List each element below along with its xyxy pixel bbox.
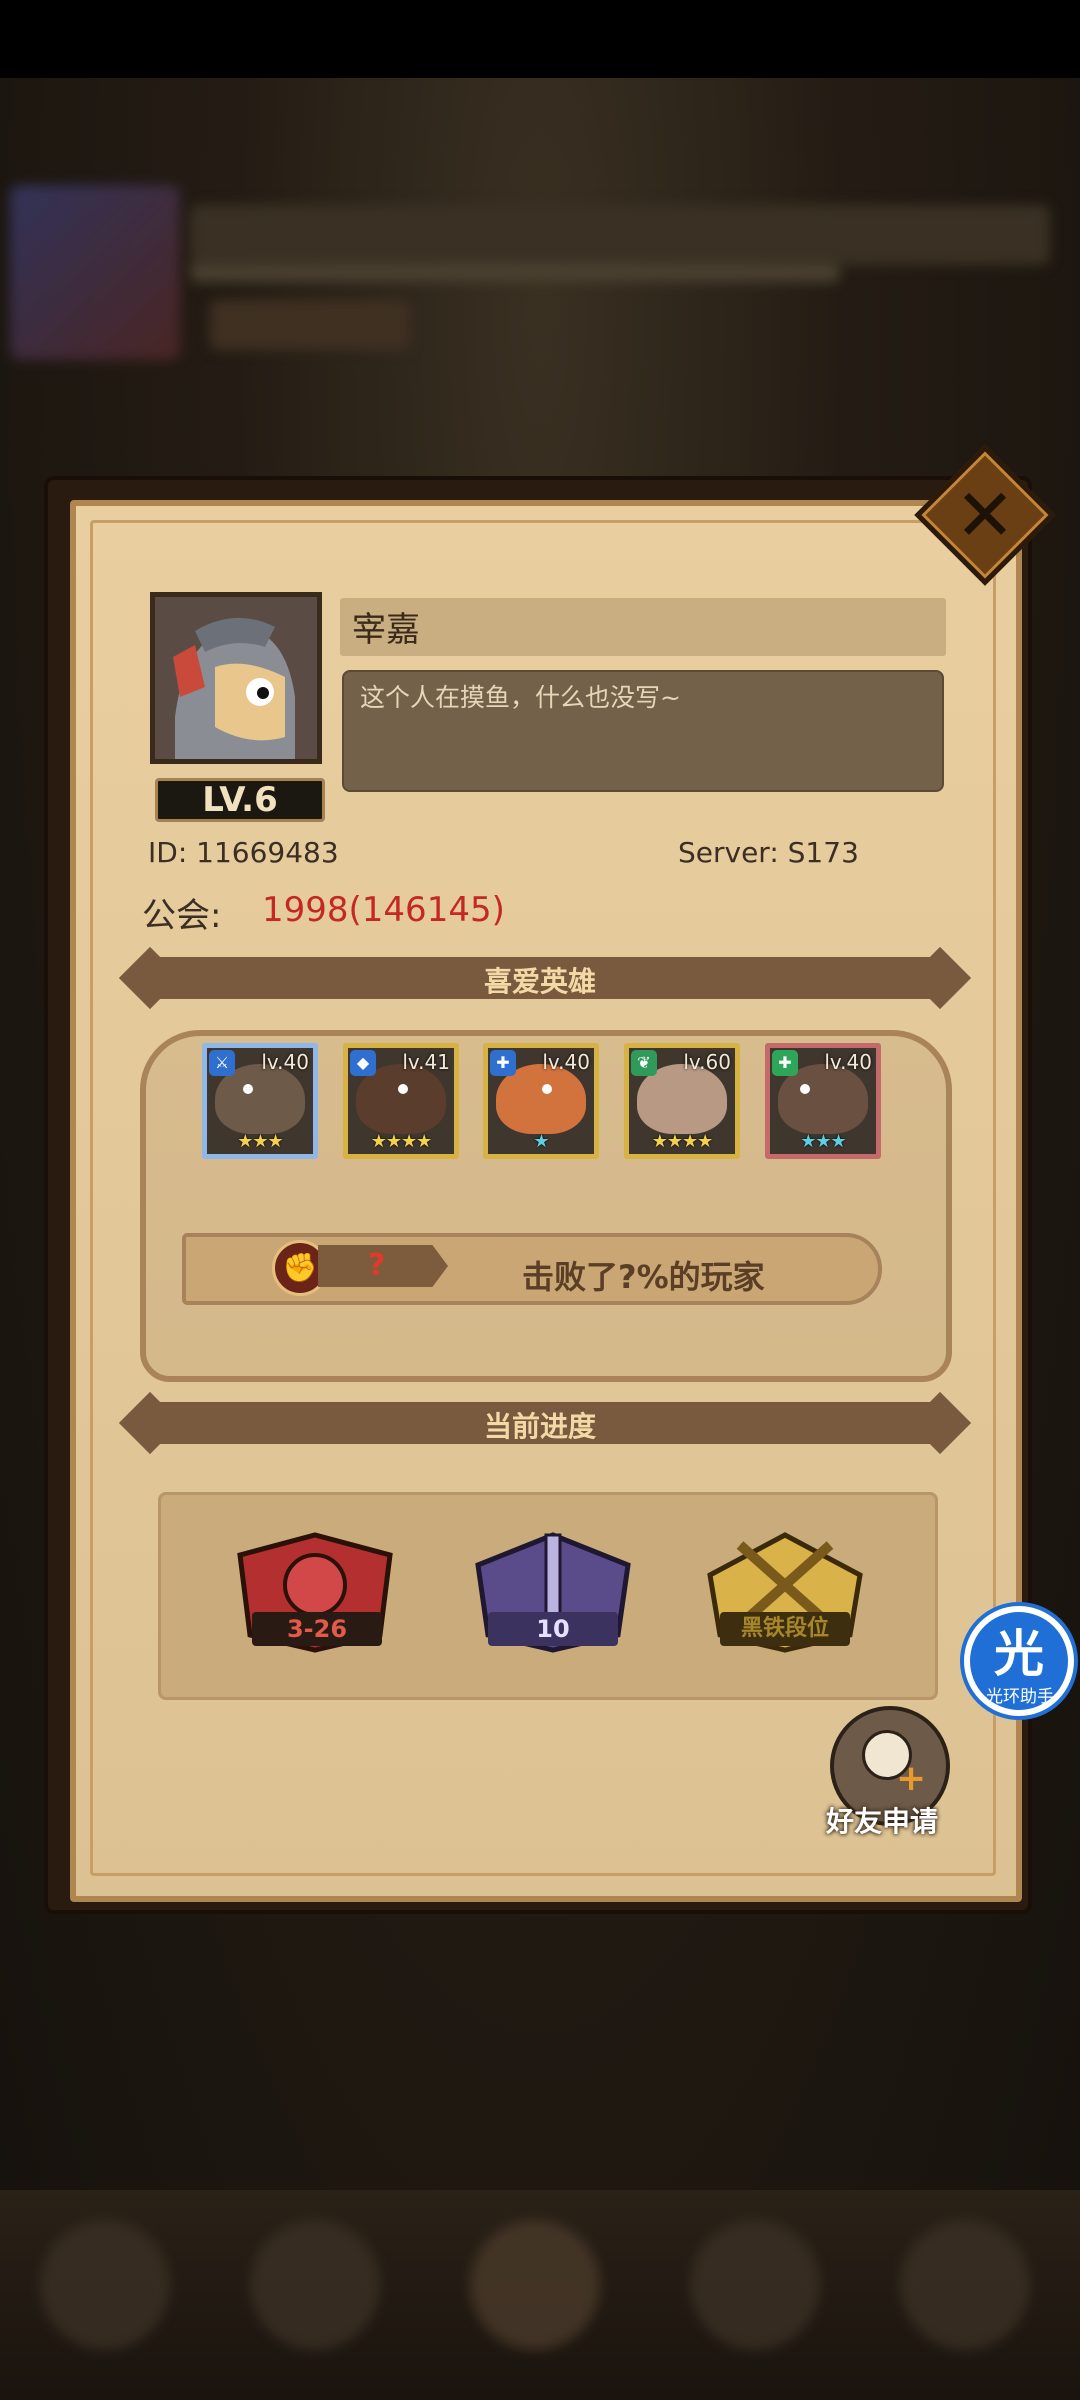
friend-request-label[interactable]: 好友申请 <box>826 1800 938 1840</box>
hero-card[interactable]: ⚔ lv.40 ★★★ <box>202 1043 318 1159</box>
hero-level: lv.41 <box>402 1050 450 1074</box>
arena-rank-label: 黑铁段位 <box>720 1612 850 1646</box>
assistant-glyph: 光 <box>994 1625 1044 1683</box>
hero-card[interactable]: ❦ lv.60 ★★★★ <box>624 1043 740 1159</box>
background-nav-icon <box>900 2220 1030 2350</box>
add-icon: + <box>896 1758 927 1799</box>
tower-floor-label: 10 <box>488 1612 618 1646</box>
hero-card[interactable]: ✚ lv.40 ★★★ <box>765 1043 881 1159</box>
hero-eye <box>542 1084 552 1094</box>
hero-stars: ★★★★ <box>370 1131 433 1152</box>
server-label: Server: S173 <box>678 836 859 869</box>
hero-stars: ★★★ <box>237 1131 283 1152</box>
heal-icon: ✚ <box>772 1050 798 1076</box>
hero-card[interactable]: ✚ lv.40 ★ <box>483 1043 599 1159</box>
hero-eye <box>243 1084 253 1094</box>
hero-level: lv.60 <box>683 1050 731 1074</box>
background-top-bar <box>190 205 1050 265</box>
close-icon[interactable]: ✕ <box>935 465 1035 565</box>
campaign-stage-label: 3-26 <box>252 1612 382 1646</box>
level-badge: LV.6 <box>155 778 325 822</box>
background-nav-icon <box>250 2220 380 2350</box>
hero-level: lv.40 <box>542 1050 590 1074</box>
guild-label: 公会: <box>142 896 222 936</box>
hero-eye <box>398 1084 408 1094</box>
player-id-label: ID: <box>148 836 188 869</box>
signature-text: 这个人在摸鱼，什么也没写~ <box>360 683 681 712</box>
player-id-value: 11669483 <box>196 836 339 869</box>
background-nav-icon <box>40 2220 170 2350</box>
hero-eye <box>800 1084 810 1094</box>
sword-icon: ⚔ <box>209 1050 235 1076</box>
knight-portrait-icon <box>155 597 317 759</box>
current-progress-title: 当前进度 <box>483 1410 596 1443</box>
background-small-bar <box>210 300 410 350</box>
assistant-label: 光环助手 <box>986 1687 1054 1707</box>
defeated-percent-text: 击败了?%的玩家 <box>522 1258 765 1296</box>
hero-stars: ★★★★ <box>651 1131 714 1152</box>
leaf-icon: ❦ <box>631 1050 657 1076</box>
hero-stars: ★★★ <box>800 1131 846 1152</box>
player-name: 宰嘉 <box>352 610 420 650</box>
favorite-heroes-title: 喜爱英雄 <box>483 965 596 998</box>
hero-card[interactable]: ◆ lv.41 ★★★★ <box>343 1043 459 1159</box>
name-bar <box>340 598 946 656</box>
hero-stars: ★ <box>533 1131 549 1152</box>
guild-value[interactable]: 1998(146145) <box>262 890 505 930</box>
background-avatar <box>10 185 180 360</box>
background-nav-icon <box>470 2220 600 2350</box>
hero-level: lv.40 <box>261 1050 309 1074</box>
background-nav-icon <box>690 2220 820 2350</box>
shield-icon: ◆ <box>350 1050 376 1076</box>
avatar[interactable] <box>150 592 322 764</box>
rank-value: ? <box>368 1248 386 1283</box>
hero-level: lv.40 <box>824 1050 872 1074</box>
plus-icon: ✚ <box>490 1050 516 1076</box>
background-exp-bar <box>190 262 840 282</box>
player-id-row: ID: 11669483 <box>148 836 339 869</box>
